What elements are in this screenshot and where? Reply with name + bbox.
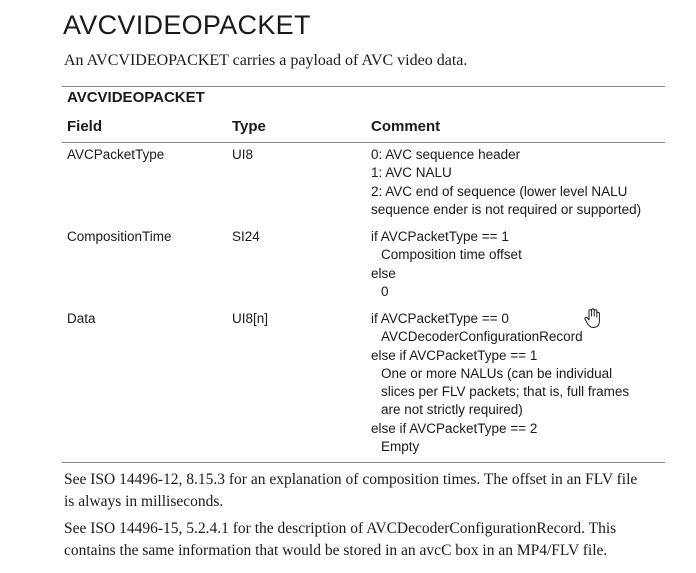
cell-field: AVCPacketType [67, 147, 165, 162]
cell-type: SI24 [232, 229, 260, 244]
hand-pointer-icon [584, 308, 600, 328]
cell-comment: if AVCPacketType == 0 AVCDecoderConfigur… [371, 310, 629, 456]
cell-type: UI8[n] [232, 311, 269, 326]
note-line: See ISO 14496-15, 5.2.4.1 for the descri… [64, 520, 617, 537]
table-title: AVCVIDEOPACKET [67, 89, 205, 106]
cell-comment: 0: AVC sequence header 1: AVC NALU 2: AV… [371, 146, 641, 219]
comment-line: 0 [381, 283, 389, 299]
page-title: AVCVIDEOPACKET [63, 10, 311, 40]
comment-line: AVCDecoderConfigurationRecord [381, 329, 583, 345]
cell-field: CompositionTime [67, 229, 172, 244]
table-top-rule [62, 86, 665, 87]
note-paragraph: See ISO 14496-15, 5.2.4.1 for the descri… [64, 518, 674, 562]
comment-line: Composition time offset [381, 247, 522, 263]
cell-comment: if AVCPacketType == 1 Composition time o… [371, 228, 522, 301]
comment-line: Empty [381, 439, 420, 455]
comment-line: 2: AVC end of sequence (lower level NALU [371, 183, 628, 199]
comment-line: are not strictly required) [381, 402, 523, 418]
comment-line: sequence ender is not required or suppor… [371, 201, 642, 217]
comment-line: else [371, 265, 396, 281]
header-comment: Comment [371, 118, 441, 135]
comment-line: slices per FLV packets; that is, full fr… [381, 384, 630, 400]
note-paragraph: See ISO 14496-12, 8.15.3 for an explanat… [64, 469, 674, 513]
note-line: See ISO 14496-12, 8.15.3 for an explanat… [64, 471, 638, 488]
comment-line: if AVCPacketType == 1 [371, 229, 509, 244]
header-rule [62, 142, 665, 143]
cell-type: UI8 [232, 147, 254, 162]
header-type: Type [232, 118, 266, 135]
comment-line: else if AVCPacketType == 2 [371, 420, 538, 436]
cell-field: Data [67, 311, 96, 326]
comment-line: 0: AVC sequence header [371, 147, 521, 162]
note-line: is always in milliseconds. [64, 493, 224, 510]
comment-line: 1: AVC NALU [371, 165, 452, 181]
comment-line: else if AVCPacketType == 1 [371, 347, 538, 363]
intro-paragraph: An AVCVIDEOPACKET carries a payload of A… [64, 52, 468, 69]
comment-line: One or more NALUs (can be individual [381, 365, 613, 381]
header-field: Field [67, 118, 103, 135]
note-line: contains the same information that would… [64, 542, 608, 559]
table-bottom-rule [62, 462, 665, 463]
